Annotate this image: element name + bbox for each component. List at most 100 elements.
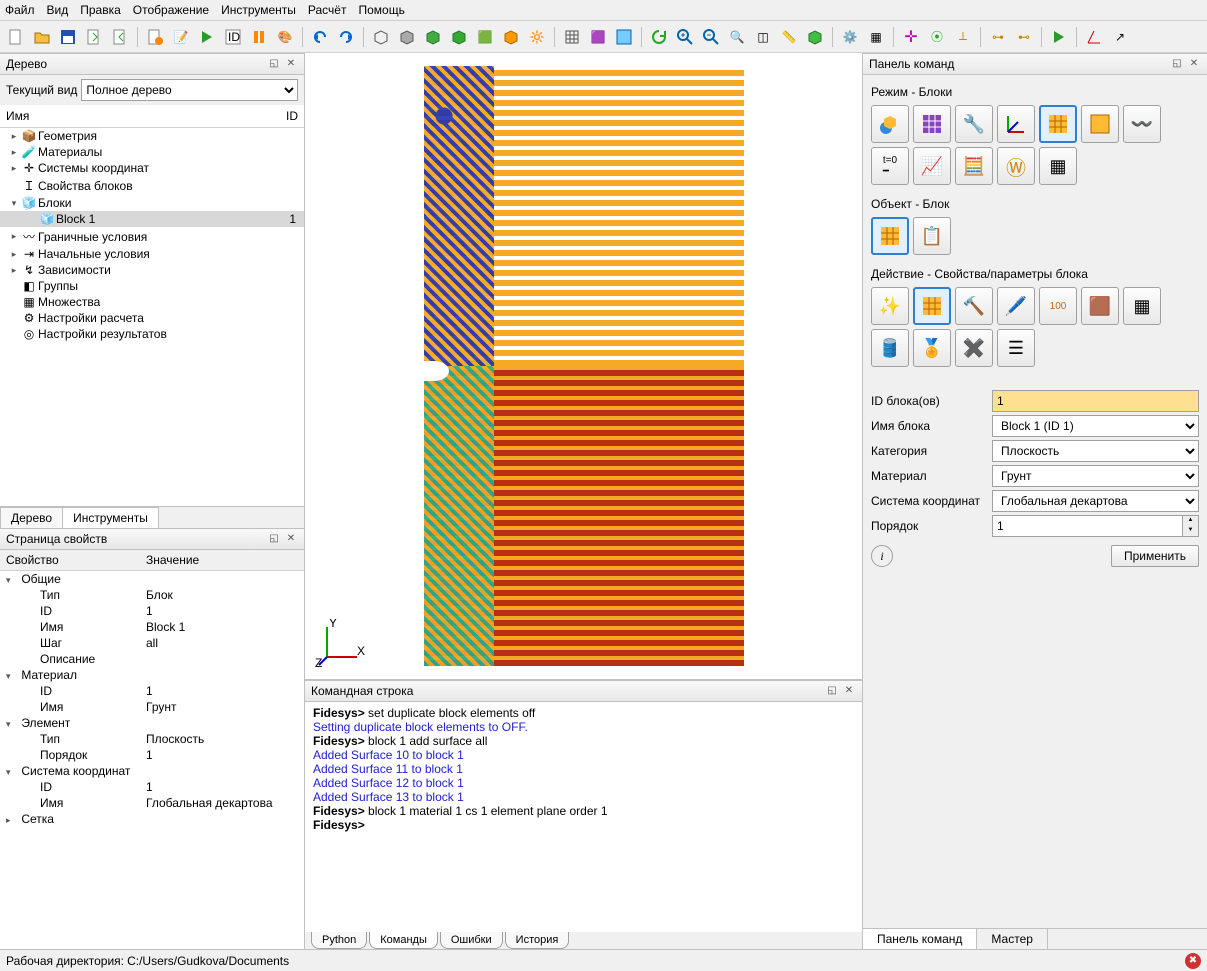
multi-icon[interactable]: 🟩 (473, 25, 497, 49)
tab-commands[interactable]: Команды (369, 932, 438, 949)
dock-icon[interactable]: ◱ (267, 57, 281, 71)
new-icon[interactable] (4, 25, 28, 49)
prop-group[interactable]: ▾ Материал (0, 667, 304, 683)
tree-item[interactable]: ▸📦Геометрия (0, 128, 304, 144)
import-icon[interactable] (108, 25, 132, 49)
spin-down-icon[interactable]: ▼ (1183, 526, 1198, 536)
prop-group[interactable]: ▾ Общие (0, 571, 304, 587)
dock-icon[interactable]: ◱ (1170, 57, 1184, 71)
mode-cs-icon[interactable] (997, 105, 1035, 143)
tree-item[interactable]: ▸⇥Начальные условия (0, 246, 304, 262)
mode-material-icon[interactable]: 🔧 (955, 105, 993, 143)
axis-icon[interactable] (1082, 25, 1106, 49)
grid-icon[interactable] (560, 25, 584, 49)
menu-tools[interactable]: Инструменты (221, 3, 296, 17)
tree-item[interactable]: ▦Множества (0, 294, 304, 310)
cs-select[interactable]: Глобальная декартова (992, 490, 1199, 512)
block-id-input[interactable] (992, 390, 1199, 412)
action-hammer-icon[interactable]: 🔨 (955, 287, 993, 325)
menu-file[interactable]: Файл (5, 3, 35, 17)
mode-ic-icon[interactable]: 〰️ (1123, 105, 1161, 143)
link-icon[interactable]: ⊶ (986, 25, 1010, 49)
spin-up-icon[interactable]: ▲ (1183, 516, 1198, 526)
tree-item[interactable]: ＩСвойства блоков (0, 176, 304, 195)
snap-icon[interactable]: ⟂ (951, 25, 975, 49)
action-grid-icon[interactable]: ▦ (1123, 287, 1161, 325)
mode-blocks-icon[interactable] (1039, 105, 1077, 143)
measure-icon[interactable]: 📏 (777, 25, 801, 49)
pause-icon[interactable] (247, 25, 271, 49)
refresh-icon[interactable] (647, 25, 671, 49)
mode-t0-icon[interactable]: t=0━ (871, 147, 909, 185)
undo-icon[interactable] (308, 25, 332, 49)
close-icon[interactable]: ✕ (284, 57, 298, 71)
play-icon[interactable] (1047, 25, 1071, 49)
apply-button[interactable]: Применить (1111, 545, 1199, 567)
tree-item[interactable]: ▸✛Системы координат (0, 160, 304, 176)
tab-tree[interactable]: Дерево (0, 507, 63, 528)
action-create-icon[interactable]: ✨ (871, 287, 909, 325)
tree-item[interactable]: ▾🧊Блоки (0, 195, 304, 211)
export-icon[interactable] (82, 25, 106, 49)
axis2-icon[interactable]: ↗ (1108, 25, 1132, 49)
link2-icon[interactable]: ⊷ (1012, 25, 1036, 49)
redo-icon[interactable] (334, 25, 358, 49)
tree-body[interactable]: ▸📦Геометрия▸🧪Материалы▸✛Системы координа… (0, 128, 304, 506)
viewport[interactable]: Y X Z (305, 53, 862, 679)
tree-item[interactable]: ◎Настройки результатов (0, 326, 304, 342)
wireframe-icon[interactable] (369, 25, 393, 49)
save-icon[interactable] (56, 25, 80, 49)
prop-group[interactable]: ▸ Сетка (0, 811, 304, 827)
action-100-icon[interactable]: 100 (1039, 287, 1077, 325)
close-icon[interactable]: ✕ (1187, 57, 1201, 71)
mode-results-icon[interactable]: ▦ (1039, 147, 1077, 185)
tree-item[interactable]: ▸〰Граничные условия (0, 227, 304, 246)
close-icon[interactable]: ✕ (284, 532, 298, 546)
object-block-icon[interactable] (871, 217, 909, 255)
order-input[interactable] (992, 515, 1183, 537)
solid-icon[interactable] (447, 25, 471, 49)
open-icon[interactable] (30, 25, 54, 49)
shaded-icon[interactable] (395, 25, 419, 49)
category-select[interactable]: Плоскость (992, 440, 1199, 462)
action-x-icon[interactable]: ✖️ (955, 329, 993, 367)
action-drum-icon[interactable]: 🛢️ (871, 329, 909, 367)
dock-icon[interactable]: ◱ (267, 532, 281, 546)
tab-python[interactable]: Python (311, 932, 367, 949)
mesh-icon[interactable]: ▦ (864, 25, 888, 49)
error-icon[interactable]: ✖ (1185, 953, 1201, 969)
mesh-wire-icon[interactable] (499, 25, 523, 49)
run-id-icon[interactable]: ID (221, 25, 245, 49)
tree-item[interactable]: ◧Группы (0, 278, 304, 294)
action-badge-icon[interactable]: 🏅 (913, 329, 951, 367)
menu-view[interactable]: Вид (47, 3, 69, 17)
menu-help[interactable]: Помощь (358, 3, 404, 17)
object-list-icon[interactable]: 📋 (913, 217, 951, 255)
persp-icon[interactable] (612, 25, 636, 49)
mode-mesh-icon[interactable] (913, 105, 951, 143)
tab-cmdpanel[interactable]: Панель команд (863, 929, 977, 949)
prop-group[interactable]: ▾ Система координат (0, 763, 304, 779)
zoom-in-icon[interactable] (673, 25, 697, 49)
clip-icon[interactable]: 🟪 (586, 25, 610, 49)
gear-icon[interactable]: ⚙️ (838, 25, 862, 49)
menu-display[interactable]: Отображение (133, 3, 209, 17)
tab-master[interactable]: Мастер (977, 929, 1048, 949)
material-select[interactable]: Грунт (992, 465, 1199, 487)
tab-history[interactable]: История (505, 932, 570, 949)
action-cyl-icon[interactable]: 🟫 (1081, 287, 1119, 325)
view-select[interactable]: Полное дерево (81, 79, 298, 101)
dock-icon[interactable]: ◱ (825, 684, 839, 698)
block-name-select[interactable]: Block 1 (ID 1) (992, 415, 1199, 437)
zoom-fit-icon[interactable]: 🔍 (725, 25, 749, 49)
tree-item[interactable]: ▸↯Зависимости (0, 262, 304, 278)
tree-item[interactable]: ▸🧪Материалы (0, 144, 304, 160)
info-icon[interactable]: i (871, 545, 893, 567)
run-icon[interactable] (195, 25, 219, 49)
mode-w-icon[interactable]: Ⓦ (997, 147, 1035, 185)
tab-tools[interactable]: Инструменты (62, 507, 159, 528)
highlight-icon[interactable]: 🔆 (525, 25, 549, 49)
menu-edit[interactable]: Правка (80, 3, 121, 17)
point-icon[interactable]: ⦿ (925, 25, 949, 49)
mode-dep-icon[interactable]: 📈 (913, 147, 951, 185)
